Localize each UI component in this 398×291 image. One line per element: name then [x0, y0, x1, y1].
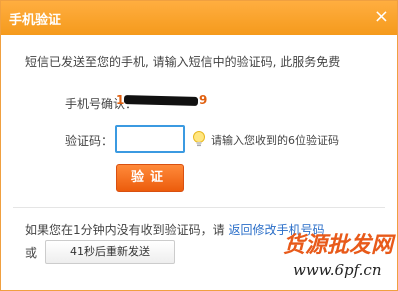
watermark-url: www.6pf.cn — [293, 261, 382, 279]
sms-sent-info: 短信已发送至您的手机, 请输入短信中的验证码, 此服务免费 — [25, 55, 341, 69]
phone-last-digit: 9 — [199, 93, 208, 107]
resend-notice-text: 如果您在1分钟内没有收到验证码，请 — [25, 223, 229, 237]
dialog-titlebar: 手机验证 × — [1, 1, 397, 35]
divider — [13, 207, 385, 208]
watermark-brand-text: 货源批发网 — [283, 232, 394, 258]
close-icon[interactable]: × — [374, 8, 389, 26]
verification-code-input[interactable] — [115, 125, 185, 153]
lightbulb-icon — [193, 131, 205, 147]
verify-button[interactable]: 验证 — [116, 164, 184, 192]
dialog-title: 手机验证 — [9, 13, 62, 28]
phone-redaction-mark — [123, 95, 199, 106]
phone-verification-dialog: 手机验证 × 短信已发送至您的手机, 请输入短信中的验证码, 此服务免费 手机号… — [0, 0, 398, 291]
code-hint-text: 请输入您收到的6位验证码 — [211, 134, 339, 147]
site-watermark: 货源批发网 www.6pf.cn — [281, 227, 396, 287]
resend-notice: 如果您在1分钟内没有收到验证码，请 返回修改手机号码 — [25, 221, 324, 238]
verification-code-label: 验证码： — [65, 134, 114, 148]
resend-button[interactable]: 41秒后重新发送 — [45, 240, 175, 264]
or-label: 或 — [25, 246, 38, 260]
phone-number-value: 1 9 — [116, 92, 208, 108]
